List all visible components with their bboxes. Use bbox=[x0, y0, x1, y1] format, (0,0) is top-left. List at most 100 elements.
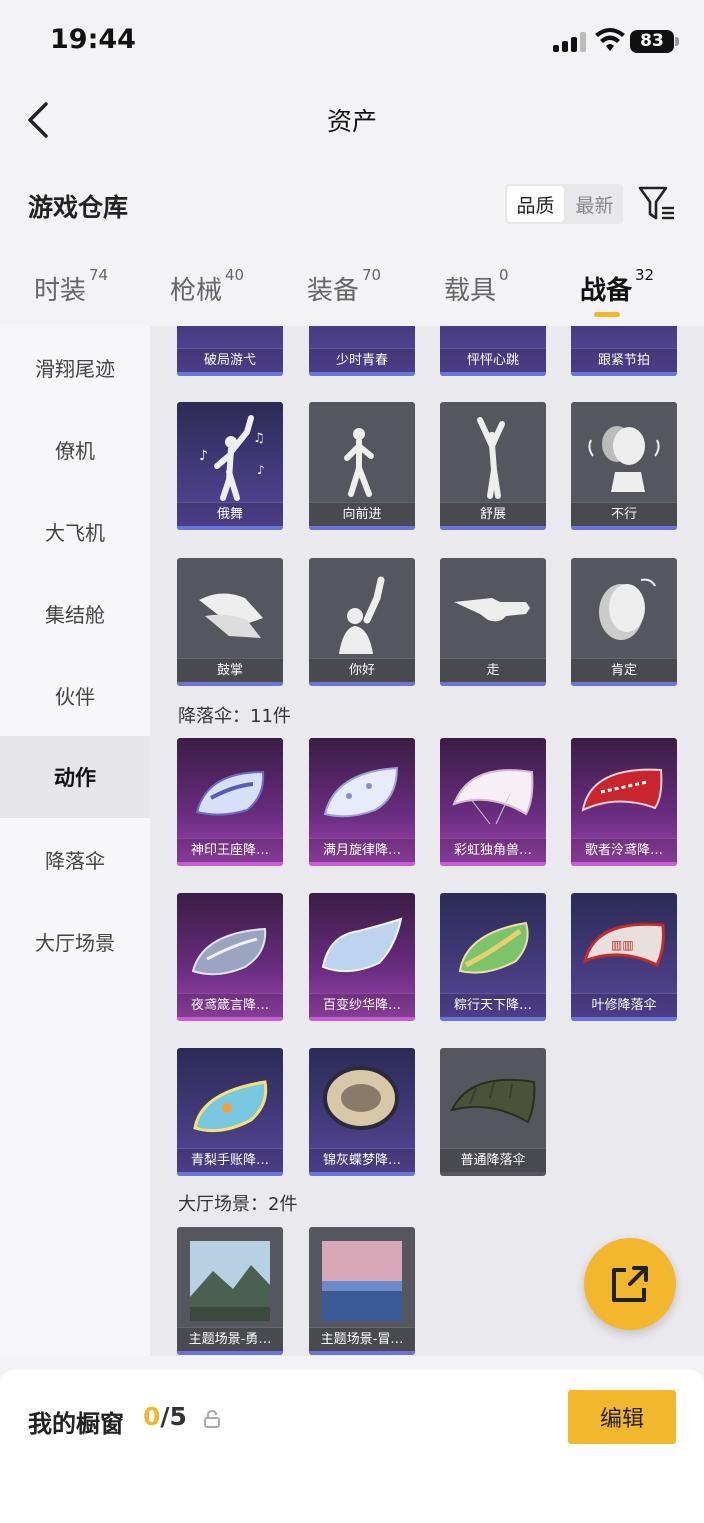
filter-icon[interactable] bbox=[638, 184, 676, 224]
card-label: 青梨手账降… bbox=[177, 1148, 283, 1172]
action-card[interactable]: 不行 bbox=[571, 402, 677, 530]
battery-icon: 83 bbox=[630, 30, 674, 53]
item-grid: 破局游弋 少时青春 怦怦心跳 跟紧节拍 ♪ ♫ ♪ 俄舞 向前进 舒展 不行 鼓… bbox=[150, 326, 704, 1356]
parachute-art bbox=[323, 766, 399, 818]
action-card[interactable]: 走 bbox=[440, 558, 546, 686]
side-item-parachute[interactable]: 降落伞 bbox=[0, 818, 150, 900]
parachute-card[interactable]: 粽行天下降… bbox=[440, 893, 546, 1021]
parachute-art bbox=[195, 770, 265, 816]
sort-latest-button[interactable]: 最新 bbox=[566, 184, 623, 224]
action-card[interactable]: 你好 bbox=[309, 558, 415, 686]
action-card[interactable]: 肯定 bbox=[571, 558, 677, 686]
wave-hello-icon bbox=[339, 576, 385, 654]
card-label: 神印王座降… bbox=[177, 838, 283, 862]
parachute-card[interactable]: 青梨手账降… bbox=[177, 1048, 283, 1176]
action-card[interactable]: 怦怦心跳 bbox=[440, 326, 546, 376]
showcase-bar: 我的橱窗 0/5 编辑 bbox=[0, 1370, 704, 1523]
card-label: 普通降落伞 bbox=[440, 1148, 546, 1172]
tab-equipment[interactable]: 装备70 bbox=[307, 266, 381, 307]
parachute-card[interactable]: 锦灰蝶梦降… bbox=[309, 1048, 415, 1176]
action-art bbox=[309, 326, 415, 348]
card-label: 叶修降落伞 bbox=[571, 993, 677, 1017]
sort-quality-button[interactable]: 品质 bbox=[507, 186, 564, 222]
mountain-scene-art bbox=[190, 1241, 270, 1321]
action-art bbox=[571, 326, 677, 348]
side-item-lobby-scene[interactable]: 大厅场景 bbox=[0, 900, 150, 982]
tab-vehicles[interactable]: 载具0 bbox=[444, 266, 509, 307]
parachute-card[interactable]: 夜鸢箴言降… bbox=[177, 893, 283, 1021]
parachute-card[interactable]: 满月旋律降… bbox=[309, 738, 415, 866]
showcase-label: 我的橱窗 bbox=[28, 1410, 124, 1438]
svg-text:♫: ♫ bbox=[253, 431, 265, 446]
card-label: 主题场景-勇… bbox=[177, 1327, 283, 1351]
card-label: 鼓掌 bbox=[177, 658, 283, 682]
card-label: 破局游弋 bbox=[177, 348, 283, 372]
clap-hands-icon bbox=[199, 593, 263, 638]
category-tabs: 时装74 枪械40 装备70 载具0 战备32 bbox=[0, 262, 704, 322]
stretch-figure-icon bbox=[477, 417, 505, 499]
card-label: 歌者泠鸢降… bbox=[571, 838, 677, 862]
wifi-icon bbox=[595, 28, 625, 51]
card-label: 向前进 bbox=[309, 502, 415, 526]
card-label: 你好 bbox=[309, 658, 415, 682]
lobby-scene-card[interactable]: 主题场景-冒… bbox=[309, 1227, 415, 1355]
lobby-scene-card[interactable]: 主题场景-勇… bbox=[177, 1227, 283, 1355]
parachute-art bbox=[193, 1080, 268, 1133]
action-card[interactable]: ♪ ♫ ♪ 俄舞 bbox=[177, 402, 283, 530]
share-icon bbox=[612, 1266, 648, 1302]
card-label: 少时青春 bbox=[309, 348, 415, 372]
card-label: 百变纱华降… bbox=[309, 993, 415, 1017]
card-label: 锦灰蝶梦降… bbox=[309, 1148, 415, 1172]
side-item-pod[interactable]: 集结舱 bbox=[0, 572, 150, 654]
active-tab-indicator bbox=[594, 312, 620, 317]
parachute-card[interactable]: ▥▥ 叶修降落伞 bbox=[571, 893, 677, 1021]
edit-button[interactable]: 编辑 bbox=[568, 1390, 676, 1444]
lobby-section-label: 大厅场景：2件 bbox=[178, 1194, 298, 1215]
side-item-big-plane[interactable]: 大飞机 bbox=[0, 490, 150, 572]
tab-fashion[interactable]: 时装74 bbox=[34, 266, 108, 307]
card-label: 肯定 bbox=[571, 658, 677, 682]
action-card[interactable]: 破局游弋 bbox=[177, 326, 283, 376]
card-label: 走 bbox=[440, 658, 546, 682]
card-label: 夜鸢箴言降… bbox=[177, 993, 283, 1017]
card-label: 舒展 bbox=[440, 502, 546, 526]
parachute-section-label: 降落伞：11件 bbox=[178, 706, 291, 727]
side-nav: 滑翔尾迹 僚机 大飞机 集结舱 伙伴 动作 降落伞 大厅场景 bbox=[0, 326, 150, 1356]
action-art bbox=[440, 326, 546, 348]
parachute-art bbox=[458, 921, 529, 974]
side-item-actions[interactable]: 动作 bbox=[0, 736, 150, 818]
head-shake-icon bbox=[588, 426, 660, 492]
parachute-art bbox=[581, 768, 663, 812]
side-item-wingman[interactable]: 僚机 bbox=[0, 408, 150, 490]
parachute-art bbox=[323, 1066, 399, 1130]
parachute-art bbox=[452, 769, 534, 825]
share-button[interactable] bbox=[584, 1238, 676, 1330]
warehouse-title: 游戏仓库 bbox=[28, 193, 129, 222]
parachute-card[interactable]: 歌者泠鸢降… bbox=[571, 738, 677, 866]
parachute-card[interactable]: 彩虹独角兽… bbox=[440, 738, 546, 866]
action-card[interactable]: 少时青春 bbox=[309, 326, 415, 376]
walk-forward-figure-icon bbox=[344, 428, 374, 497]
side-item-glide-trail[interactable]: 滑翔尾迹 bbox=[0, 326, 150, 408]
action-card[interactable]: 向前进 bbox=[309, 402, 415, 530]
card-label: 粽行天下降… bbox=[440, 993, 546, 1017]
tab-combat-gear[interactable]: 战备32 bbox=[580, 266, 654, 307]
card-label: 怦怦心跳 bbox=[440, 348, 546, 372]
page-title: 资产 bbox=[326, 107, 377, 136]
card-label: 主题场景-冒… bbox=[309, 1327, 415, 1351]
card-label: 俄舞 bbox=[177, 502, 283, 526]
svg-text:♪: ♪ bbox=[257, 463, 265, 477]
action-card[interactable]: 鼓掌 bbox=[177, 558, 283, 686]
svg-text:▥▥: ▥▥ bbox=[611, 938, 634, 952]
side-item-partner[interactable]: 伙伴 bbox=[0, 654, 150, 736]
parachute-card[interactable]: 神印王座降… bbox=[177, 738, 283, 866]
status-bar: 19:44 83 bbox=[0, 0, 704, 84]
parachute-card[interactable]: 百变纱华降… bbox=[309, 893, 415, 1021]
parachute-card[interactable]: 普通降落伞 bbox=[440, 1048, 546, 1176]
tab-weapons[interactable]: 枪械40 bbox=[170, 266, 244, 307]
card-label: 彩虹独角兽… bbox=[440, 838, 546, 862]
card-label: 不行 bbox=[571, 502, 677, 526]
lock-icon bbox=[204, 1410, 220, 1428]
action-card[interactable]: 跟紧节拍 bbox=[571, 326, 677, 376]
action-card[interactable]: 舒展 bbox=[440, 402, 546, 530]
